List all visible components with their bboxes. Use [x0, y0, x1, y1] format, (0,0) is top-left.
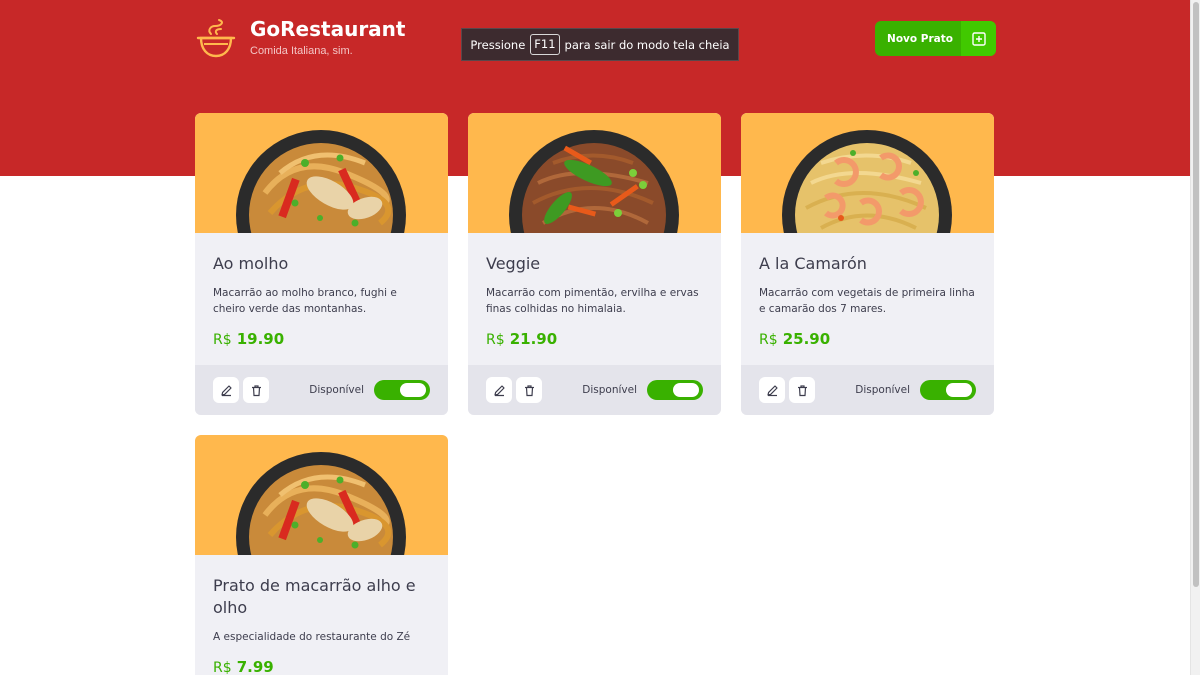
fullscreen-notice-prefix: Pressione [470, 37, 526, 52]
dish-name: Ao molho [213, 254, 289, 273]
page-scrollbar[interactable] [1190, 0, 1200, 675]
currency-symbol: R$ [759, 332, 778, 348]
scrollbar-thumb[interactable] [1193, 2, 1199, 587]
fullscreen-key: F11 [530, 34, 560, 55]
delete-button[interactable] [789, 377, 815, 403]
new-dish-label: Novo Prato [887, 32, 953, 45]
availability-control: Disponível [582, 380, 703, 400]
dish-price: R$ 7.99 [213, 657, 430, 675]
dish-name: A la Camarón [759, 254, 867, 273]
dish-card-footer: Disponível [741, 365, 994, 415]
currency-symbol: R$ [486, 332, 505, 348]
dish-name: Veggie [486, 254, 541, 273]
dish-image-stir-fried-noodles [195, 113, 448, 233]
pencil-icon [766, 384, 778, 396]
availability-toggle[interactable] [920, 380, 976, 400]
pencil-icon [220, 384, 232, 396]
dish-description: Macarrão com vegetais de primeira linha … [759, 287, 975, 315]
dish-image-shrimp-noodles [741, 113, 994, 233]
availability-label: Disponível [309, 384, 364, 396]
availability-label: Disponível [582, 384, 637, 396]
edit-button[interactable] [486, 377, 512, 403]
toggle-knob [673, 383, 699, 397]
plus-square-icon [961, 21, 996, 56]
app-title: GoRestaurant [250, 17, 406, 41]
price-value: 7.99 [236, 658, 274, 675]
fullscreen-notice-suffix: para sair do modo tela cheia [564, 37, 730, 52]
dish-description: A especialidade do restaurante do Zé [213, 631, 411, 643]
currency-symbol: R$ [213, 332, 232, 348]
dish-description: Macarrão com pimentão, ervilha e ervas f… [486, 287, 699, 315]
pencil-icon [493, 384, 505, 396]
edit-button[interactable] [213, 377, 239, 403]
availability-control: Disponível [309, 380, 430, 400]
dish-card: Prato de macarrão alho e olho A especial… [195, 435, 448, 675]
dish-price: R$ 25.90 [759, 329, 976, 348]
edit-button[interactable] [759, 377, 785, 403]
app-subtitle: Comida Italiana, sim. [250, 45, 353, 57]
dish-image-veggie-noodles [468, 113, 721, 233]
price-value: 25.90 [782, 330, 831, 348]
availability-toggle[interactable] [374, 380, 430, 400]
dish-image-stir-fried-noodles [195, 435, 448, 555]
availability-toggle[interactable] [647, 380, 703, 400]
availability-control: Disponível [855, 380, 976, 400]
trash-icon [251, 384, 261, 396]
app-logo: GoRestaurant Comida Italiana, sim. [195, 18, 405, 60]
dish-card: A la Camarón Macarrão com vegetais de pr… [741, 113, 994, 415]
currency-symbol: R$ [213, 660, 232, 675]
dish-description: Macarrão ao molho branco, fughi e cheiro… [213, 287, 397, 315]
delete-button[interactable] [516, 377, 542, 403]
toggle-knob [400, 383, 426, 397]
dish-card-footer: Disponível [468, 365, 721, 415]
trash-icon [797, 384, 807, 396]
dish-price: R$ 19.90 [213, 329, 430, 348]
toggle-knob [946, 383, 972, 397]
trash-icon [524, 384, 534, 396]
dish-price: R$ 21.90 [486, 329, 703, 348]
price-value: 21.90 [509, 330, 558, 348]
price-value: 19.90 [236, 330, 285, 348]
dish-card-footer: Disponível [195, 365, 448, 415]
dish-name: Prato de macarrão alho e olho [213, 576, 416, 617]
availability-label: Disponível [855, 384, 910, 396]
dish-card: Ao molho Macarrão ao molho branco, fughi… [195, 113, 448, 415]
new-dish-button[interactable]: Novo Prato [875, 21, 996, 56]
fullscreen-notice: Pressione F11 para sair do modo tela che… [461, 28, 739, 61]
dish-card: Veggie Macarrão com pimentão, ervilha e … [468, 113, 721, 415]
delete-button[interactable] [243, 377, 269, 403]
bowl-logo-icon [196, 19, 236, 58]
